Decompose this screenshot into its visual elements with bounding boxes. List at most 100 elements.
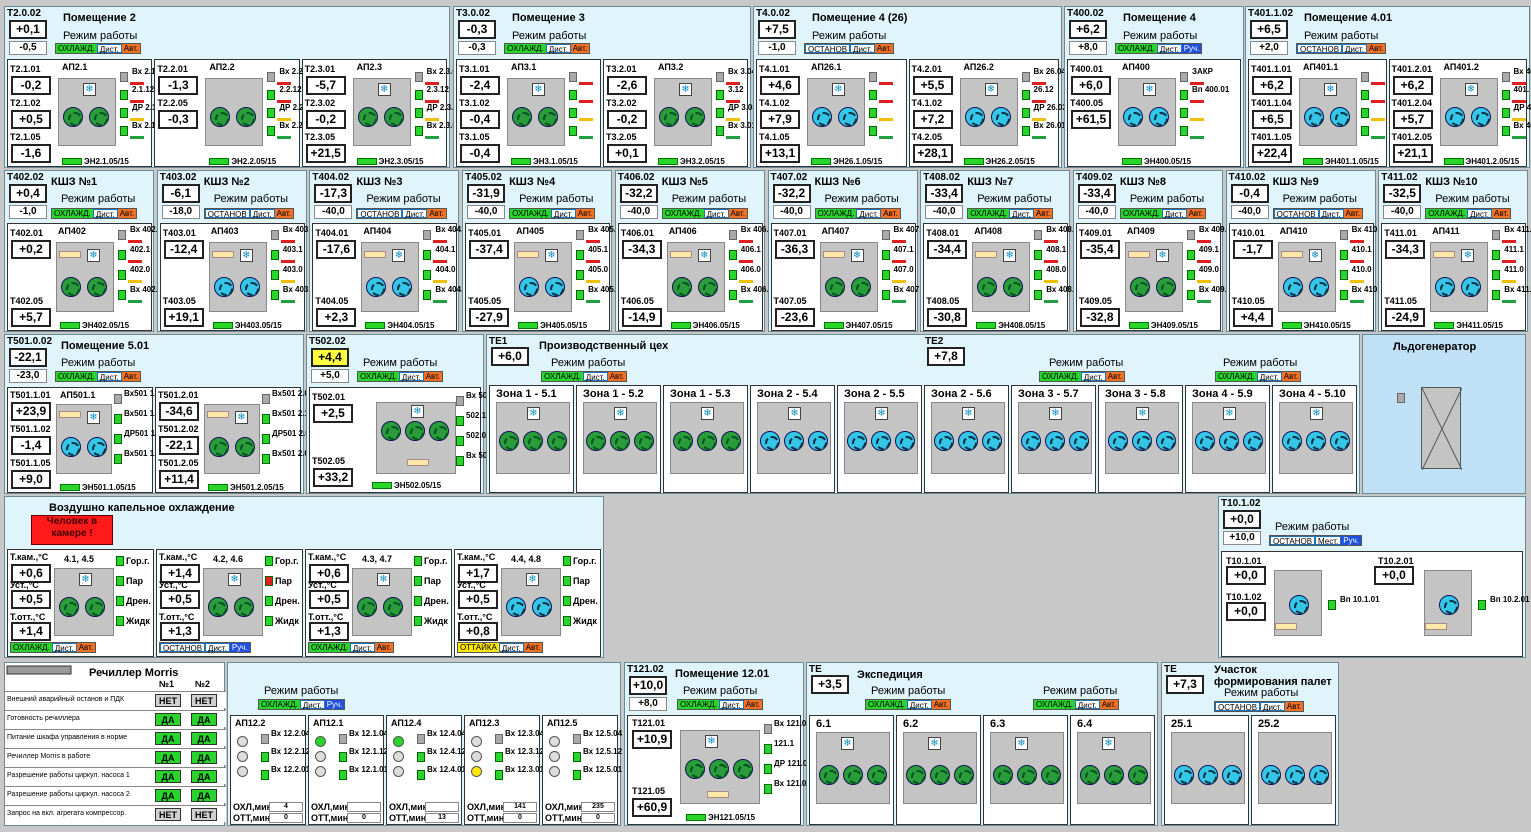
- valve-icon[interactable]: [573, 770, 581, 780]
- chiller2-status[interactable]: ДА: [191, 789, 217, 802]
- sensor-value[interactable]: +21,5: [305, 144, 346, 163]
- valve-icon[interactable]: [114, 414, 122, 424]
- drip-status[interactable]: ОХЛАЖД. Дист. Авт.: [10, 642, 97, 653]
- room-status[interactable]: ОСТАНОВ Дист. Авт.: [1296, 43, 1387, 54]
- valve-icon[interactable]: [262, 414, 270, 424]
- sensor-value[interactable]: +60,9: [632, 798, 672, 817]
- sensor-value[interactable]: +0,0: [1374, 566, 1414, 585]
- air-cooler-unit[interactable]: ❄: [352, 78, 411, 146]
- ap12-status[interactable]: ОХЛАЖД. Дист. Руч.: [258, 699, 346, 710]
- sensor-value[interactable]: +0,2: [11, 240, 51, 259]
- valve-icon[interactable]: [728, 270, 737, 280]
- valve-icon[interactable]: [120, 90, 128, 100]
- sensor-value[interactable]: +6,2: [1392, 76, 1433, 95]
- valve-icon[interactable]: [1186, 230, 1195, 240]
- ksh-status[interactable]: ОХЛАЖД. Дист. Авт.: [1119, 208, 1207, 219]
- valve-icon[interactable]: [267, 72, 276, 82]
- temperature-value[interactable]: -17,3: [314, 184, 353, 203]
- air-cooler-unit[interactable]: ❄: [352, 568, 412, 636]
- valve-icon[interactable]: [262, 394, 270, 404]
- expedition-zone[interactable]: 6.3 ❄: [983, 715, 1068, 825]
- valve-icon[interactable]: [716, 126, 724, 136]
- valve-icon[interactable]: [265, 576, 273, 586]
- valve-icon[interactable]: [573, 734, 581, 744]
- setpoint-value[interactable]: -40,0: [314, 205, 353, 219]
- temperature-value[interactable]: -32,2: [772, 184, 811, 203]
- valve-icon[interactable]: [1361, 90, 1369, 100]
- valve-icon[interactable]: [417, 770, 425, 780]
- setpoint-value[interactable]: +8,0: [1069, 41, 1107, 55]
- room-status[interactable]: ОХЛАЖД. Дист. Авт.: [677, 699, 764, 710]
- temperature-value[interactable]: -32,2: [619, 184, 658, 203]
- sensor-value[interactable]: -0,2: [305, 110, 346, 129]
- valve-icon[interactable]: [456, 396, 464, 406]
- temperature-value[interactable]: +4,4: [311, 348, 349, 367]
- valve-icon[interactable]: [1339, 290, 1348, 300]
- room-status[interactable]: ОХЛАЖД. Дист. Руч.: [1115, 43, 1203, 54]
- valve-icon[interactable]: [576, 290, 585, 300]
- room-status[interactable]: ОХЛАЖД. Дист. Авт.: [55, 43, 142, 54]
- valve-icon[interactable]: [573, 752, 581, 762]
- temperature-value[interactable]: +6,2: [1069, 20, 1107, 39]
- valve-icon[interactable]: [261, 770, 269, 780]
- valve-icon[interactable]: [1492, 230, 1501, 240]
- air-cooler-unit[interactable]: ❄: [56, 242, 114, 312]
- room-status[interactable]: ОХЛАЖД. Дист. Авт.: [357, 371, 444, 382]
- valve-icon[interactable]: [569, 90, 577, 100]
- sensor-value[interactable]: +11,4: [159, 470, 199, 489]
- valve-icon[interactable]: [1492, 270, 1501, 280]
- ksh-status[interactable]: ОСТАНОВ Дист. Авт.: [1272, 208, 1363, 219]
- valve-icon[interactable]: [1186, 290, 1195, 300]
- sensor-value[interactable]: -12,4: [163, 240, 204, 259]
- sensor-value[interactable]: +2,3: [316, 308, 357, 327]
- valve-icon[interactable]: [1339, 230, 1348, 240]
- valve-icon[interactable]: [262, 454, 270, 464]
- valve-icon[interactable]: [262, 434, 270, 444]
- sensor-value[interactable]: +5,7: [11, 308, 51, 327]
- air-cooler-unit[interactable]: ❄: [1118, 78, 1176, 146]
- valve-icon[interactable]: [1180, 72, 1188, 82]
- valve-icon[interactable]: [417, 734, 425, 744]
- sensor-value[interactable]: +33,2: [313, 468, 353, 487]
- valve-icon[interactable]: [716, 72, 724, 82]
- setpoint-value[interactable]: -18,0: [161, 205, 200, 219]
- air-cooler-unit[interactable]: [1424, 570, 1472, 636]
- temperature-value[interactable]: +0,1: [9, 20, 47, 39]
- sensor-value[interactable]: +61,5: [1071, 110, 1111, 129]
- chiller1-status[interactable]: ДА: [155, 770, 181, 783]
- air-cooler-unit[interactable]: ❄: [361, 242, 420, 312]
- air-cooler-unit[interactable]: ❄: [54, 568, 114, 636]
- air-cooler-unit[interactable]: ❄: [204, 404, 260, 474]
- sensor-value[interactable]: -14,9: [621, 308, 662, 327]
- sensor-value[interactable]: -1,4: [11, 436, 51, 455]
- setpoint-value[interactable]: -1,0: [758, 41, 796, 55]
- setpoint-value[interactable]: -40,0: [1230, 205, 1269, 219]
- valve-icon[interactable]: [563, 576, 571, 586]
- air-cooler-unit[interactable]: ❄: [1277, 242, 1336, 312]
- valve-icon[interactable]: [576, 270, 585, 280]
- valve-icon[interactable]: [569, 108, 577, 118]
- valve-icon[interactable]: [881, 270, 890, 280]
- setpoint-value[interactable]: -40,0: [467, 205, 506, 219]
- chiller2-status[interactable]: ДА: [191, 732, 217, 745]
- valve-icon[interactable]: [339, 770, 347, 780]
- air-cooler-unit[interactable]: ❄: [972, 242, 1031, 312]
- sensor-value[interactable]: +19,1: [163, 308, 204, 327]
- setpoint-value[interactable]: -40,0: [1077, 205, 1116, 219]
- sensor-value[interactable]: +5,7: [1392, 110, 1433, 129]
- valve-icon[interactable]: [764, 724, 772, 734]
- temperature-value[interactable]: +0,4: [9, 184, 47, 203]
- temperature-value[interactable]: +0,0: [1223, 510, 1261, 529]
- valve-icon[interactable]: [728, 250, 737, 260]
- valve-icon[interactable]: [414, 596, 422, 606]
- sensor-value[interactable]: -2,6: [607, 76, 647, 95]
- valve-icon[interactable]: [118, 230, 126, 240]
- temperature-value[interactable]: -33,4: [925, 184, 964, 203]
- valve-icon[interactable]: [881, 230, 890, 240]
- sensor-value[interactable]: -17,6: [316, 240, 357, 259]
- valve-icon[interactable]: [261, 752, 269, 762]
- valve-icon[interactable]: [423, 250, 432, 260]
- sensor-value[interactable]: +9,0: [11, 470, 51, 489]
- air-cooler-unit[interactable]: ❄: [990, 732, 1064, 804]
- valve-icon[interactable]: [339, 734, 347, 744]
